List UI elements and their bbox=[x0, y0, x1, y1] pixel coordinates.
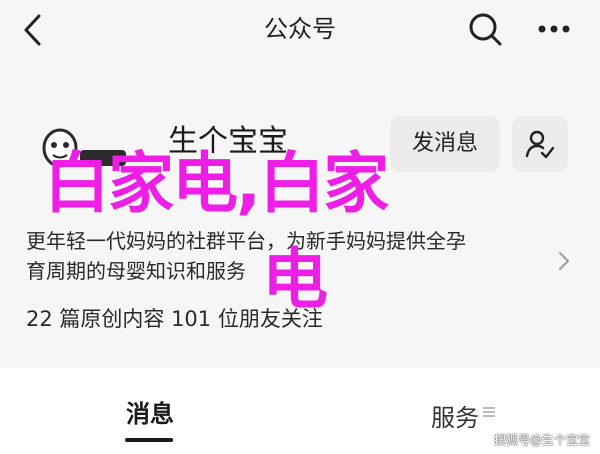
source-watermark: 搜狐号@生个宝宝 bbox=[493, 433, 590, 447]
header-bar: 公众号 bbox=[0, 0, 600, 62]
follow-button[interactable] bbox=[512, 116, 568, 172]
page-title: 公众号 bbox=[264, 15, 336, 43]
search-icon bbox=[469, 13, 502, 46]
tab-bar: 消息 服务 搜狐号@生个宝宝 bbox=[0, 368, 600, 454]
send-message-button[interactable]: 发消息 bbox=[390, 116, 500, 172]
search-button[interactable] bbox=[464, 8, 506, 50]
overlay-text: 电 bbox=[262, 241, 328, 318]
overlay-text: 白家电,白家 bbox=[44, 145, 389, 222]
chevron-left-icon bbox=[24, 14, 41, 46]
active-tab-indicator bbox=[125, 438, 173, 442]
user-check-icon bbox=[525, 130, 555, 159]
more-dots-icon bbox=[538, 25, 570, 33]
back-button[interactable] bbox=[14, 10, 54, 50]
tab-messages[interactable]: 消息 bbox=[90, 394, 210, 429]
chevron-right-icon[interactable] bbox=[556, 250, 572, 272]
menu-lines-icon bbox=[483, 407, 495, 417]
more-button[interactable] bbox=[528, 8, 580, 50]
